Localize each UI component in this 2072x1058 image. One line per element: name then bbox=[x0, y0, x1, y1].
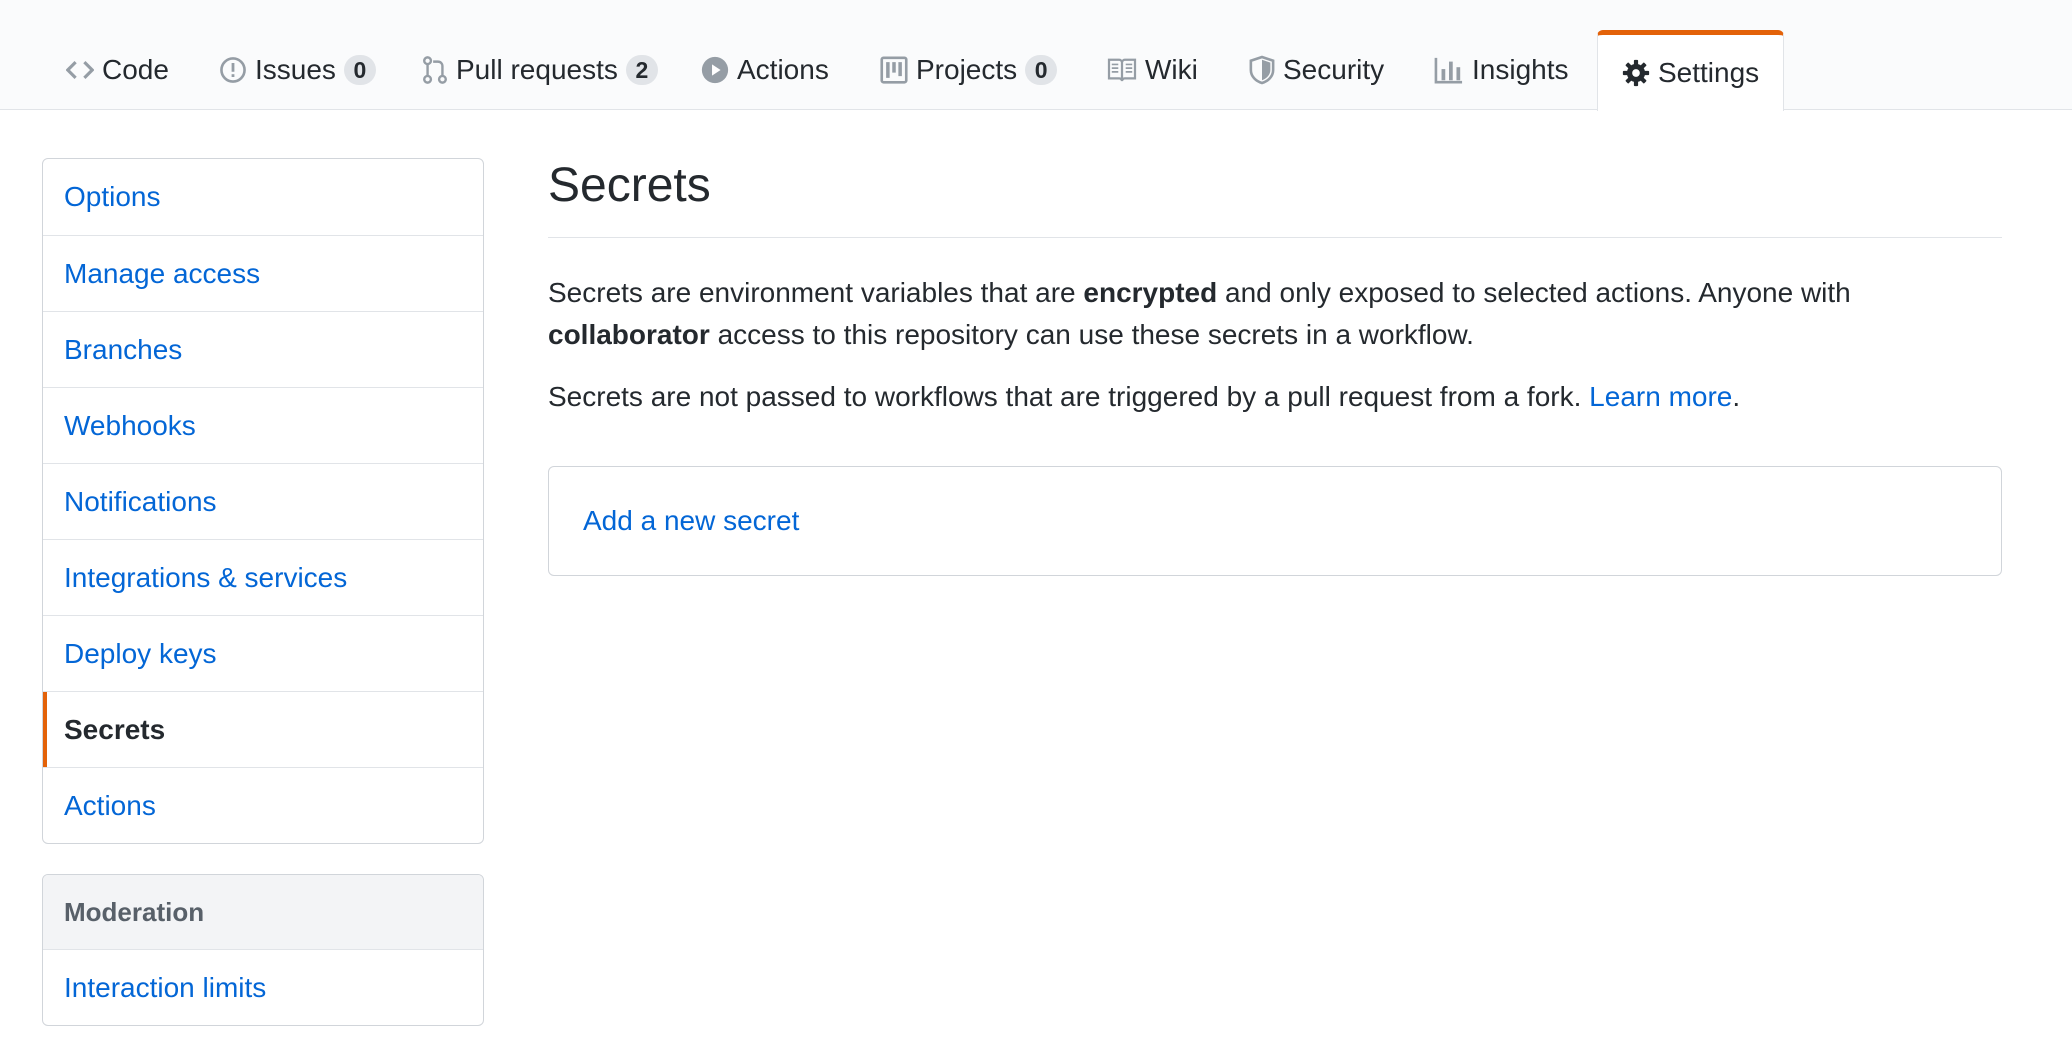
book-icon bbox=[1107, 57, 1137, 83]
shield-icon bbox=[1249, 55, 1275, 85]
sidebar-item-options[interactable]: Options bbox=[43, 159, 483, 235]
collaborator-emphasis: collaborator bbox=[548, 319, 710, 350]
description-text: and only exposed to selected actions. An… bbox=[1217, 277, 1851, 308]
issues-count-badge: 0 bbox=[343, 55, 376, 85]
graph-icon bbox=[1434, 56, 1464, 84]
tab-code[interactable]: Code bbox=[66, 30, 191, 110]
fork-note: Secrets are not passed to workflows that… bbox=[548, 376, 2002, 418]
sidebar-item-branches[interactable]: Branches bbox=[43, 311, 483, 387]
issue-icon bbox=[219, 56, 247, 84]
learn-more-link[interactable]: Learn more bbox=[1589, 381, 1732, 412]
tab-actions[interactable]: Actions bbox=[701, 30, 851, 110]
tab-security[interactable]: Security bbox=[1249, 30, 1406, 110]
repo-nav-tabs: Code Issues 0 Pull requests 2 Actions Pr… bbox=[0, 0, 2072, 111]
add-new-secret-link[interactable]: Add a new secret bbox=[583, 505, 799, 537]
sidebar-item-actions[interactable]: Actions bbox=[43, 767, 483, 843]
code-icon bbox=[66, 56, 94, 84]
moderation-heading: Moderation bbox=[43, 875, 483, 949]
sidebar-item-notifications[interactable]: Notifications bbox=[43, 463, 483, 539]
pull-requests-count-badge: 2 bbox=[625, 55, 658, 85]
moderation-menu: Moderation Interaction limits bbox=[42, 874, 484, 1026]
sidebar-item-secrets[interactable]: Secrets bbox=[43, 691, 483, 767]
page-title: Secrets bbox=[548, 158, 2002, 238]
tab-label: Actions bbox=[737, 54, 829, 85]
project-icon bbox=[880, 56, 908, 84]
tab-label: Security bbox=[1283, 54, 1385, 85]
secrets-description: Secrets are environment variables that a… bbox=[548, 272, 2002, 356]
fork-note-period: . bbox=[1732, 381, 1741, 412]
tab-label: Pull requests bbox=[456, 54, 618, 85]
encrypted-emphasis: encrypted bbox=[1083, 277, 1218, 308]
description-text: Secrets are environment variables that a… bbox=[548, 277, 1084, 308]
secrets-panel: Secrets Secrets are environment variable… bbox=[548, 158, 2002, 576]
gear-icon bbox=[1622, 59, 1650, 87]
sidebar-item-webhooks[interactable]: Webhooks bbox=[43, 387, 483, 463]
sidebar-item-interaction-limits[interactable]: Interaction limits bbox=[43, 949, 483, 1025]
tab-label: Code bbox=[102, 54, 169, 85]
tab-label: Wiki bbox=[1145, 54, 1198, 85]
tab-pull-requests[interactable]: Pull requests 2 bbox=[422, 30, 680, 110]
settings-menu: Options Manage access Branches Webhooks … bbox=[42, 158, 484, 844]
tab-label: Insights bbox=[1472, 54, 1569, 85]
tab-wiki[interactable]: Wiki bbox=[1107, 30, 1220, 110]
fork-note-text: Secrets are not passed to workflows that… bbox=[548, 381, 1590, 412]
sidebar-item-deploy-keys[interactable]: Deploy keys bbox=[43, 615, 483, 691]
add-secret-box: Add a new secret bbox=[548, 466, 2002, 576]
play-icon bbox=[701, 56, 729, 84]
sidebar-item-manage-access[interactable]: Manage access bbox=[43, 235, 483, 311]
projects-count-badge: 0 bbox=[1025, 55, 1058, 85]
tab-settings[interactable]: Settings bbox=[1597, 30, 1785, 111]
sidebar-item-integrations-services[interactable]: Integrations & services bbox=[43, 539, 483, 615]
pull-request-icon bbox=[422, 55, 448, 85]
description-text: access to this repository can use these … bbox=[709, 319, 1474, 350]
tab-label: Projects bbox=[916, 54, 1018, 85]
tab-label: Settings bbox=[1658, 57, 1760, 88]
tab-projects[interactable]: Projects 0 bbox=[880, 30, 1079, 110]
tab-insights[interactable]: Insights bbox=[1434, 30, 1591, 110]
tab-issues[interactable]: Issues 0 bbox=[219, 30, 398, 110]
tab-label: Issues bbox=[255, 54, 336, 85]
